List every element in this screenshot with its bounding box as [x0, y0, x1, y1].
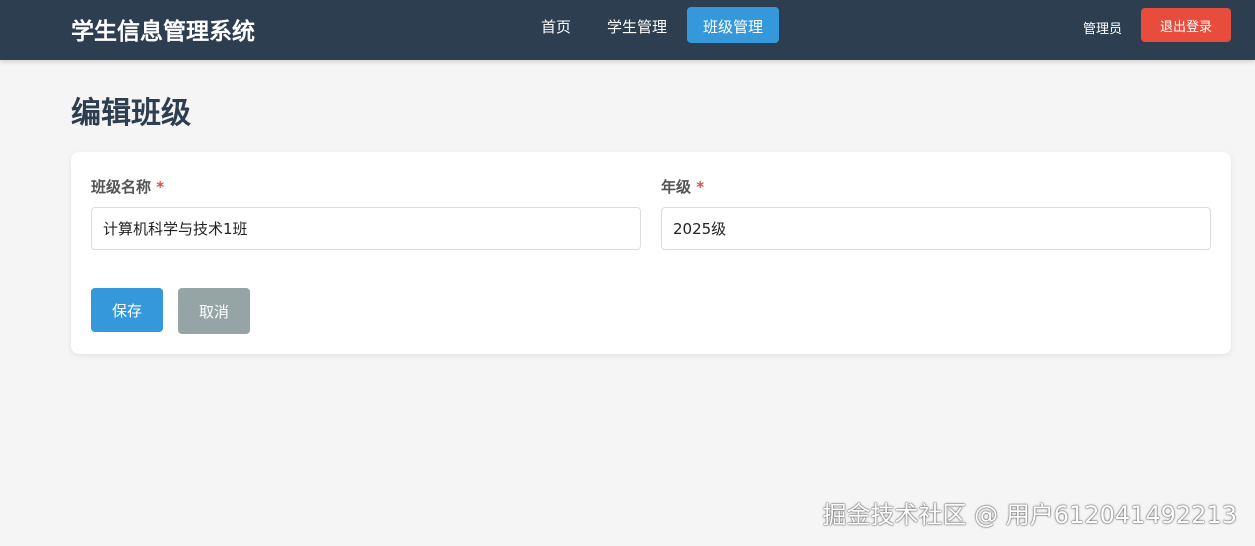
logout-button[interactable]: 退出登录	[1141, 8, 1231, 42]
save-button[interactable]: 保存	[91, 288, 163, 332]
class-name-field: 班级名称 *	[91, 176, 641, 250]
nav-classes[interactable]: 班级管理	[687, 7, 780, 43]
class-name-input[interactable]	[91, 207, 641, 250]
page-title: 编辑班级	[71, 96, 191, 131]
cancel-button[interactable]: 取消	[178, 288, 250, 334]
brand-title: 学生信息管理系统	[71, 19, 255, 45]
nav-students[interactable]: 学生管理	[591, 7, 683, 43]
class-name-label: 班级名称 *	[91, 178, 165, 196]
grade-label: 年级 *	[661, 178, 705, 196]
edit-class-form: 班级名称 * 年级 * 保存 取消	[71, 152, 1231, 354]
grade-field: 年级 *	[661, 176, 1211, 250]
nav-home[interactable]: 首页	[525, 7, 587, 43]
required-mark: *	[156, 178, 165, 196]
top-nav: 学生信息管理系统 首页 学生管理 班级管理 管理员 退出登录	[0, 0, 1255, 60]
required-mark: *	[696, 178, 705, 196]
watermark: 掘金技术社区 @ 用户612041492213	[822, 501, 1238, 529]
grade-input[interactable]	[661, 207, 1211, 250]
nav-menu: 首页 学生管理 班级管理	[525, 7, 780, 43]
username: 管理员	[1083, 22, 1123, 37]
